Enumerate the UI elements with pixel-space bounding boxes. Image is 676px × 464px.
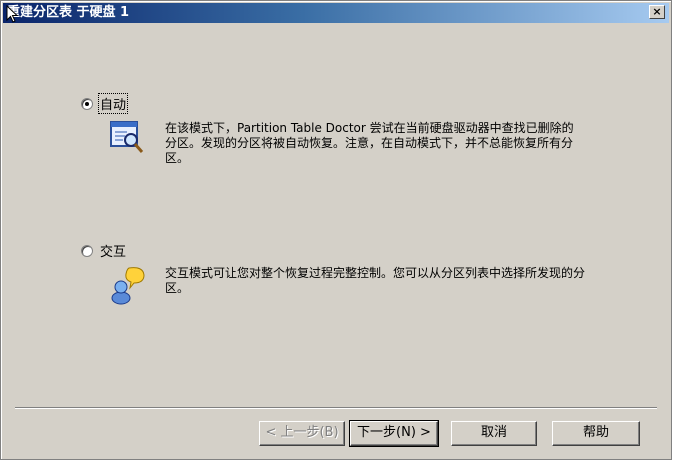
radio-interactive-label[interactable]: 交互 [99,241,127,260]
cancel-button[interactable]: 取消 [451,421,537,446]
user-question-icon [111,267,145,305]
back-button[interactable]: < 上一步(B) [259,421,345,446]
help-button[interactable]: 帮助 [552,421,640,446]
window-title: 重建分区表 于硬盘 1 [7,5,130,20]
interactive-description: 交互模式可让您对整个恢复过程完整控制。您可以从分区列表中选择所发现的分区。 [165,266,586,295]
radio-selected-dot [85,101,89,106]
radio-interactive-option[interactable]: 交互 [81,241,127,260]
radio-interactive[interactable] [81,244,93,257]
radio-auto-option[interactable]: 自动 [81,93,129,114]
close-button[interactable]: × [649,5,665,19]
auto-description: 在该模式下，Partition Table Doctor 尝试在当前硬盘驱动器中… [165,121,574,165]
button-separator [15,407,657,409]
radio-auto[interactable] [81,97,93,110]
radio-auto-label[interactable]: 自动 [97,93,129,114]
dialog-window: 重建分区表 于硬盘 1 × 自动 在该模式下，Partition Table D… [0,0,672,460]
next-button[interactable]: 下一步(N) > [349,420,439,447]
title-bar: 重建分区表 于硬盘 1 × [3,3,669,23]
search-scan-icon [110,121,144,153]
mouse-cursor-icon [6,5,18,23]
close-icon: × [652,5,662,18]
